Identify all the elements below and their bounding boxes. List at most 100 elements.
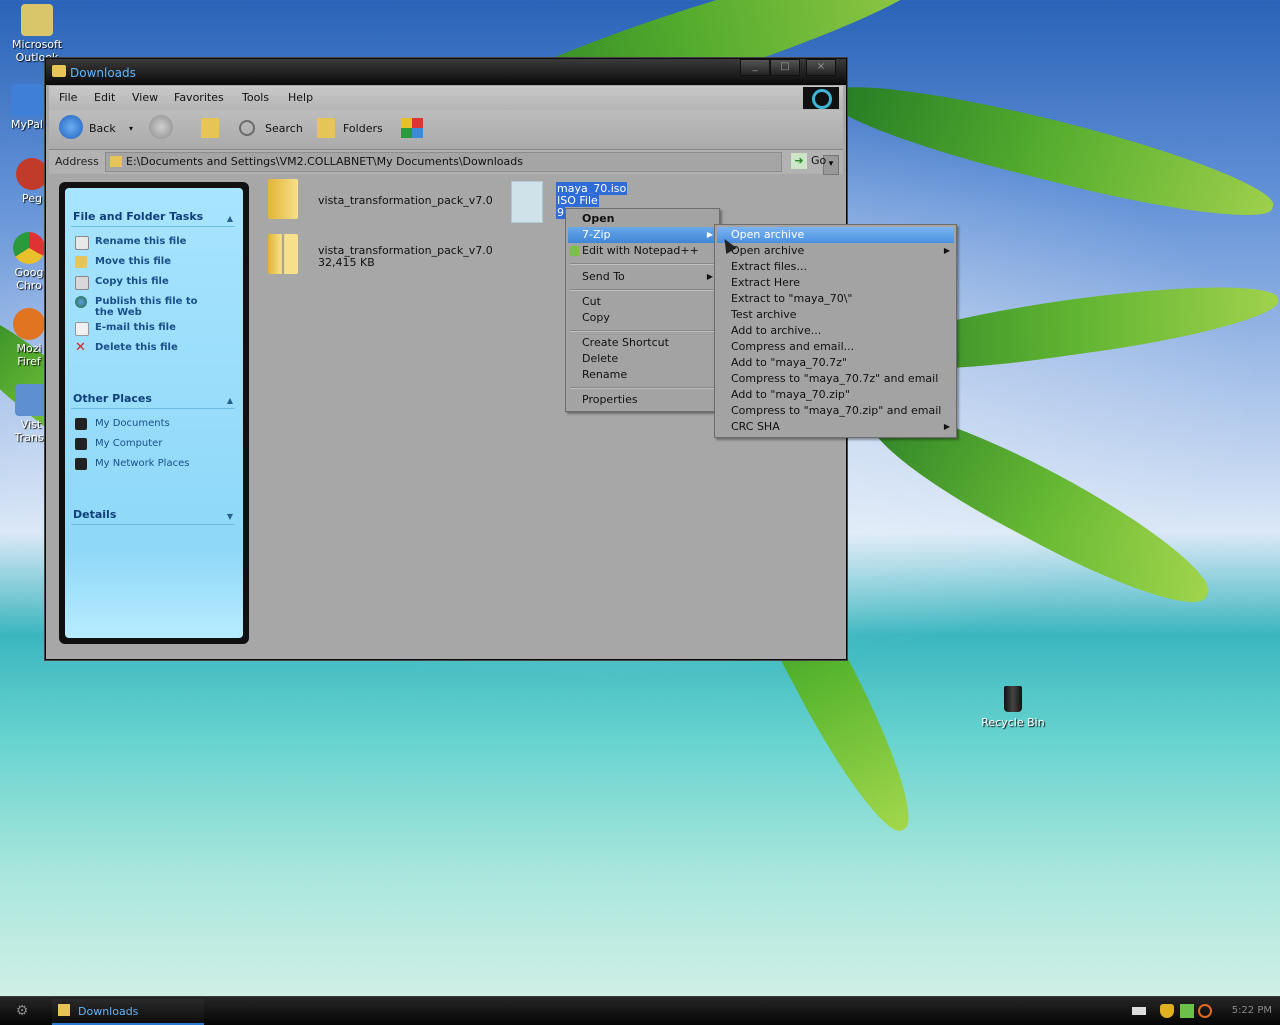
search-icon[interactable] [239, 120, 255, 136]
clock: 5:22 PM [1231, 1005, 1272, 1016]
menu-help[interactable]: Help [288, 91, 313, 104]
folders-button[interactable]: Folders [343, 116, 383, 142]
menu-bar: File Edit View Favorites Tools Help [49, 86, 843, 110]
menu-properties[interactable]: Properties [568, 392, 717, 408]
folder-icon [268, 179, 298, 219]
keyboard-icon[interactable] [1132, 1007, 1146, 1015]
menu-send-to[interactable]: Send To ▶ [568, 269, 717, 285]
task-copy-file[interactable]: Copy this file [95, 276, 169, 287]
submenu-test-archive[interactable]: Test archive [717, 307, 954, 323]
place-my-documents[interactable]: My Documents [95, 418, 170, 429]
divider [71, 408, 235, 409]
start-button[interactable]: ⚙ [4, 1000, 40, 1022]
task-email-file[interactable]: E-mail this file [95, 322, 176, 333]
expand-icon[interactable]: ▼ [227, 512, 233, 521]
submenu-extract-here[interactable]: Extract Here [717, 275, 954, 291]
views-icon[interactable] [401, 118, 423, 138]
outlook-icon [21, 4, 53, 36]
submenu-crc-sha[interactable]: CRC SHA ▶ [717, 419, 954, 435]
menu-open[interactable]: Open [568, 211, 717, 227]
menu-send-to-label: Send To [582, 270, 625, 283]
rename-icon [75, 236, 89, 250]
peg-icon [16, 158, 48, 190]
move-icon [75, 256, 87, 268]
folder-icon [58, 1004, 70, 1016]
forward-arrow-icon[interactable] [149, 115, 173, 139]
recycle-bin-label: Recycle Bin [981, 716, 1045, 729]
address-path: E:\Documents and Settings\VM2.COLLABNET\… [126, 155, 523, 168]
network-icon[interactable] [1180, 1004, 1194, 1018]
folders-icon[interactable] [317, 118, 335, 138]
submenu-add-zip[interactable]: Add to "maya_70.zip" [717, 387, 954, 403]
menu-tools[interactable]: Tools [242, 91, 269, 104]
menu-cut[interactable]: Cut [568, 294, 717, 310]
menu-copy[interactable]: Copy [568, 310, 717, 326]
task-publish-web[interactable]: Publish this file to the Web [95, 296, 215, 318]
back-arrow-icon[interactable] [59, 115, 83, 139]
file-tasks-header[interactable]: File and Folder Tasks [73, 210, 203, 223]
menu-7zip[interactable]: 7-Zip ▶ [568, 227, 717, 243]
submenu-arrow-icon: ▶ [943, 422, 950, 431]
back-dropdown-icon[interactable]: ▾ [129, 116, 133, 142]
divider [71, 524, 235, 525]
task-delete-file[interactable]: Delete this file [95, 342, 178, 353]
submenu-arrow-icon: ▶ [943, 246, 950, 255]
file-name: vista_transformation_pack_v7.0 [318, 194, 493, 207]
menu-view[interactable]: View [132, 91, 158, 104]
taskbar-button-downloads[interactable]: Downloads [52, 999, 204, 1025]
context-menu: Open 7-Zip ▶ Edit with Notepad++ Send To… [565, 208, 720, 412]
7zip-submenu: Open archive Open archive ▶ Extract file… [714, 224, 957, 438]
submenu-arrow-icon: ▶ [706, 230, 713, 239]
address-input[interactable]: E:\Documents and Settings\VM2.COLLABNET\… [105, 152, 839, 175]
menu-rename[interactable]: Rename [568, 367, 717, 383]
desktop-icon-label: Mozi Firef [16, 342, 42, 368]
details-header[interactable]: Details [73, 508, 116, 521]
search-tray-icon[interactable] [1198, 1004, 1212, 1018]
minimize-button[interactable]: _ [740, 59, 770, 76]
up-folder-icon[interactable] [201, 118, 219, 138]
maximize-button[interactable]: □ [770, 59, 800, 76]
submenu-open-archive-more[interactable]: Open archive ▶ [717, 243, 954, 259]
desktop-icon-label: Peg [22, 192, 42, 205]
submenu-open-archive-label: Open archive [731, 244, 805, 257]
place-my-computer[interactable]: My Computer [95, 438, 162, 449]
taskbar: ⚙ Downloads 5:22 PM [0, 996, 1280, 1025]
close-button[interactable]: × [806, 59, 836, 76]
collapse-icon[interactable]: ▲ [227, 214, 233, 223]
menu-edit-notepad[interactable]: Edit with Notepad++ [568, 243, 717, 259]
iso-file-icon [511, 181, 543, 223]
folder-icon [110, 156, 122, 167]
menu-edit[interactable]: Edit [94, 91, 115, 104]
submenu-compress-7z-email[interactable]: Compress to "maya_70.7z" and email [717, 371, 954, 387]
palm-frond [819, 65, 1280, 235]
back-button[interactable]: Back [89, 116, 116, 142]
file-size: 32,415 KB [318, 256, 375, 269]
submenu-open-archive[interactable]: Open archive [717, 227, 954, 243]
mypal-icon [11, 84, 43, 116]
menu-separator [570, 289, 715, 291]
menu-create-shortcut[interactable]: Create Shortcut [568, 335, 717, 351]
task-rename-file[interactable]: Rename this file [95, 236, 186, 247]
menu-delete[interactable]: Delete [568, 351, 717, 367]
submenu-add-to-archive[interactable]: Add to archive... [717, 323, 954, 339]
menu-file[interactable]: File [59, 91, 77, 104]
place-my-network[interactable]: My Network Places [95, 458, 189, 469]
go-button[interactable]: ➜ Go [791, 153, 826, 171]
submenu-compress-zip-email[interactable]: Compress to "maya_70.zip" and email [717, 403, 954, 419]
shield-icon[interactable] [1160, 1004, 1174, 1018]
collapse-icon[interactable]: ▲ [227, 396, 233, 405]
submenu-extract-files[interactable]: Extract files... [717, 259, 954, 275]
desktop-icon-recycle-bin[interactable]: Recycle Bin [975, 686, 1051, 729]
menu-favorites[interactable]: Favorites [174, 91, 224, 104]
divider [71, 226, 235, 227]
title-bar[interactable]: Downloads _ □ × [46, 59, 846, 85]
task-move-file[interactable]: Move this file [95, 256, 171, 267]
submenu-extract-to[interactable]: Extract to "maya_70\" [717, 291, 954, 307]
desktop-icon-outlook[interactable]: Microsoft Outlook [0, 4, 74, 64]
desktop-icon-label: MyPal [11, 118, 43, 131]
search-button[interactable]: Search [265, 116, 303, 142]
menu-separator [570, 387, 715, 389]
other-places-header[interactable]: Other Places [73, 392, 152, 405]
submenu-add-7z[interactable]: Add to "maya_70.7z" [717, 355, 954, 371]
submenu-compress-email[interactable]: Compress and email... [717, 339, 954, 355]
